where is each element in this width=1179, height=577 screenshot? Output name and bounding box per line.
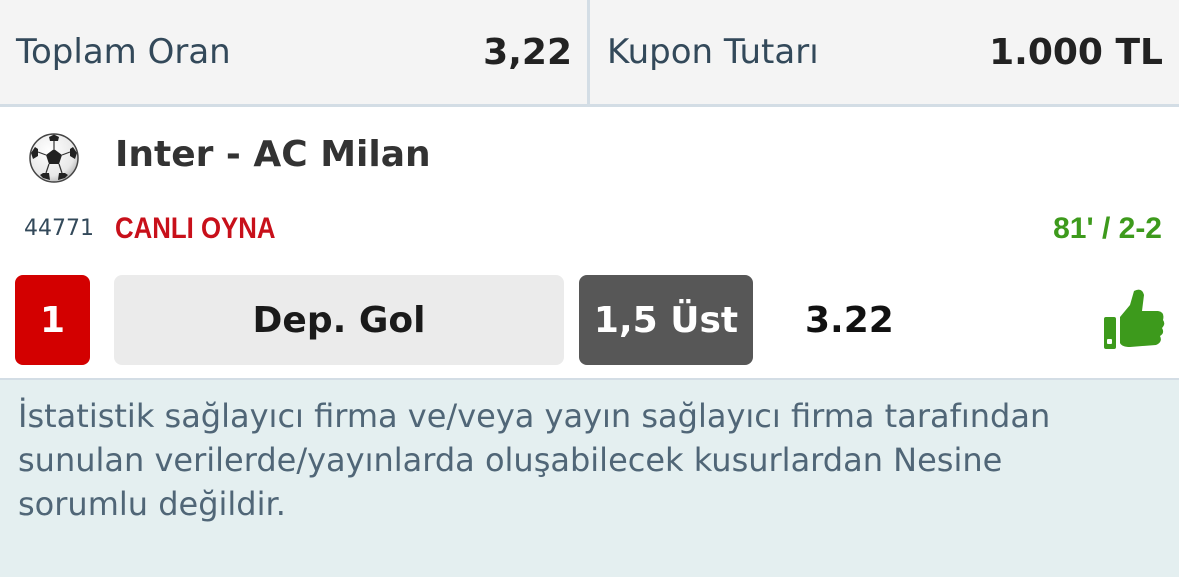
total-odds-label: Toplam Oran [16, 32, 231, 72]
coupon-amount-cell: Kupon Tutarı 1.000 TL [591, 0, 1179, 104]
total-odds-cell: Toplam Oran 3,22 [0, 0, 588, 104]
soccer-ball-icon [28, 132, 80, 184]
thumbs-up-icon [1102, 287, 1166, 353]
market-name: Dep. Gol [114, 275, 564, 365]
coupon-amount-value: 1.000 TL [989, 31, 1163, 73]
live-score-status: 81' / 2-2 [1053, 212, 1162, 245]
match-title[interactable]: Inter - AC Milan [115, 134, 431, 175]
coupon-amount-label: Kupon Tutarı [607, 32, 819, 72]
match-code: 44771 [24, 216, 94, 241]
selection-badge: 1,5 Üst [579, 275, 753, 365]
disclaimer-text: İstatistik sağlayıcı firma ve/veya yayın… [0, 378, 1179, 577]
pick-number-badge: 1 [15, 275, 90, 365]
coupon-summary: Toplam Oran 3,22 Kupon Tutarı 1.000 TL [0, 0, 1179, 107]
pick-odd-value: 3.22 [805, 299, 894, 341]
pick-row: 1 Dep. Gol 1,5 Üst 3.22 [0, 275, 1179, 365]
live-play-link[interactable]: CANLI OYNA [115, 212, 276, 246]
total-odds-value: 3,22 [483, 31, 572, 73]
summary-divider [587, 0, 590, 104]
